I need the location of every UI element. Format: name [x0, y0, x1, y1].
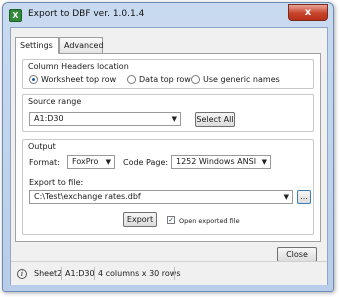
code-page-label: Code Page: — [123, 158, 169, 167]
output-group: Output Format: FoxPro ▼ Code Page: 1252 … — [22, 139, 314, 235]
browse-button[interactable]: ... — [297, 190, 311, 204]
radio-unchecked-icon — [191, 75, 200, 84]
chevron-down-icon: ▼ — [171, 115, 177, 123]
excel-x-icon: X — [9, 9, 22, 22]
column-headers-group: Column Headers location Worksheet top ro… — [22, 59, 314, 89]
chevron-down-icon: ▼ — [283, 193, 289, 201]
format-value: FoxPro — [72, 157, 99, 166]
dialog-client-area: Settings Advanced Column Headers locatio… — [10, 27, 328, 285]
checkmark-icon: ✓ — [168, 216, 174, 224]
status-separator — [94, 267, 95, 280]
format-combo[interactable]: FoxPro ▼ — [67, 155, 115, 169]
status-size: 4 columns x 30 rows — [98, 269, 181, 278]
window-title: Export to DBF ver. 1.0.1.4 — [28, 9, 145, 19]
radio-checked-icon — [29, 75, 38, 84]
source-range-label: Source range — [28, 97, 82, 106]
radio-worksheet-top-row[interactable]: Worksheet top row — [29, 75, 116, 84]
radio-label: Worksheet top row — [41, 75, 117, 84]
source-range-group: Source range A1:D30 ▼ Select All — [22, 94, 314, 132]
status-separator — [61, 267, 62, 280]
close-icon: x — [304, 7, 312, 18]
export-dialog-window: X Export to DBF ver. 1.0.1.4 x Settings … — [2, 2, 334, 292]
file-path-value: C:\Test\exchange rates.dbf — [34, 192, 141, 201]
select-all-button[interactable]: Select All — [195, 112, 235, 127]
window-close-button[interactable]: x — [288, 4, 328, 21]
export-to-file-label: Export to file: — [29, 178, 84, 187]
radio-use-generic-names[interactable]: Use generic names — [191, 75, 280, 84]
file-path-combo[interactable]: C:\Test\exchange rates.dbf ▼ — [29, 190, 293, 204]
open-exported-checkbox[interactable]: ✓ — [167, 216, 175, 224]
chevron-down-icon: ▼ — [105, 158, 111, 166]
settings-panel: Column Headers location Worksheet top ro… — [15, 53, 321, 242]
tab-advanced[interactable]: Advanced — [59, 37, 104, 53]
radio-label: Use generic names — [203, 75, 280, 84]
info-icon: i — [17, 269, 27, 279]
radio-data-top-row[interactable]: Data top row — [127, 75, 191, 84]
code-page-value: 1252 Windows ANSI — [176, 157, 257, 166]
source-range-value: A1:D30 — [34, 114, 64, 123]
status-range: A1:D30 — [65, 269, 95, 278]
export-button[interactable]: Export — [123, 212, 157, 227]
tab-settings[interactable]: Settings — [15, 37, 59, 54]
radio-label: Data top row — [139, 75, 191, 84]
close-button[interactable]: Close — [277, 247, 317, 262]
format-label: Format: — [29, 158, 60, 167]
source-range-combo[interactable]: A1:D30 ▼ — [29, 112, 181, 126]
code-page-combo[interactable]: 1252 Windows ANSI ▼ — [171, 155, 271, 169]
status-bar: i Sheet2 A1:D30 4 columns x 30 rows — [11, 261, 327, 285]
open-exported-label: Open exported file — [179, 217, 240, 225]
status-sheet: Sheet2 — [34, 269, 63, 278]
title-bar[interactable]: X Export to DBF ver. 1.0.1.4 x — [3, 3, 333, 27]
column-headers-label: Column Headers location — [28, 62, 129, 71]
output-label: Output — [28, 142, 56, 151]
radio-unchecked-icon — [127, 75, 136, 84]
chevron-down-icon: ▼ — [261, 158, 267, 166]
status-separator — [174, 267, 175, 280]
